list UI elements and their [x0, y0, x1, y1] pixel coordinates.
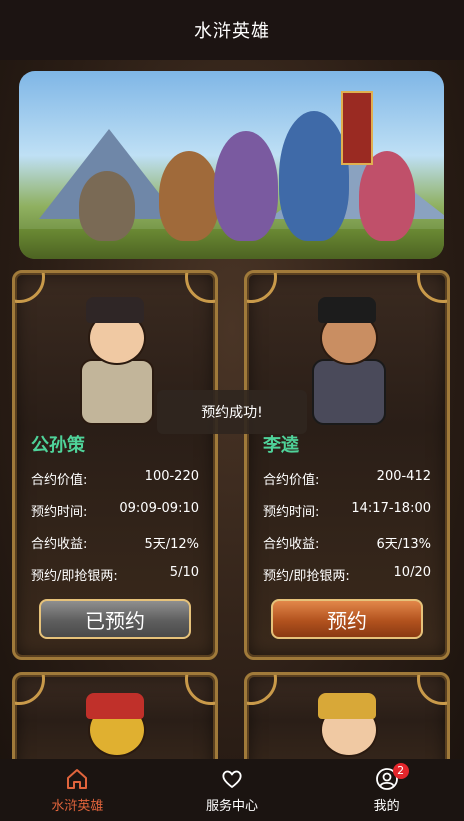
info-row: 合约收益: 5天/12% [31, 533, 199, 552]
info-value: 6天/13% [376, 537, 431, 552]
info-row: 合约收益: 6天/13% [263, 533, 431, 552]
info-value: 10/20 [393, 565, 431, 580]
info-label: 预约/即抢银两: [263, 569, 350, 584]
hero-portrait [60, 293, 170, 428]
tab-label: 我的 [373, 798, 400, 814]
tab-label: 水浒英雄 [51, 798, 104, 814]
info-label: 合约收益: [31, 537, 88, 552]
info-value: 09:09-09:10 [119, 501, 199, 516]
hero-card: 公孙策 合约价值: 100-220 预约时间: 09:09-09:10 合约收益… [12, 270, 218, 660]
info-row: 合约价值: 100-220 [31, 469, 199, 488]
info-row: 预约时间: 14:17-18:00 [263, 501, 431, 520]
info-value: 100-220 [144, 469, 199, 484]
tab-heroes[interactable]: 水浒英雄 [17, 767, 137, 814]
info-label: 合约收益: [263, 537, 320, 552]
heart-icon [222, 770, 242, 788]
reserved-button[interactable]: 已预约 [39, 599, 191, 639]
info-row: 预约/即抢银两: 5/10 [31, 565, 199, 584]
info-row: 合约价值: 200-412 [263, 469, 431, 488]
info-row: 预约时间: 09:09-09:10 [31, 501, 199, 520]
info-label: 合约价值: [263, 473, 320, 488]
info-label: 预约时间: [31, 505, 88, 520]
info-value: 5/10 [169, 565, 199, 580]
reserve-button[interactable]: 预约 [271, 599, 423, 639]
notification-badge: 2 [392, 762, 409, 779]
tab-service[interactable]: 服务中心 [172, 767, 292, 814]
tab-profile[interactable]: 2 我的 [327, 762, 447, 814]
info-row: 预约/即抢银两: 10/20 [263, 565, 431, 584]
hero-figure [159, 151, 219, 241]
hero-figure [279, 111, 349, 241]
info-value: 5天/12% [144, 537, 199, 552]
hero-figure [214, 131, 278, 241]
banner-flag [341, 91, 373, 165]
info-value: 200-412 [376, 469, 431, 484]
hero-card: 李逵 合约价值: 200-412 预约时间: 14:17-18:00 合约收益:… [244, 270, 450, 660]
hero-name: 李逵 [263, 435, 299, 456]
toast-message: 预约成功! [157, 390, 307, 434]
home-icon [67, 768, 88, 789]
info-label: 预约时间: [263, 505, 320, 520]
info-value: 14:17-18:00 [351, 501, 431, 516]
page-title: 水浒英雄 [194, 21, 270, 42]
hero-banner[interactable] [19, 71, 444, 259]
app-header: 水浒英雄 [0, 0, 464, 60]
tab-label: 服务中心 [205, 798, 258, 814]
hero-figure [79, 171, 135, 241]
hero-portrait [292, 293, 402, 428]
hero-name: 公孙策 [31, 435, 85, 456]
info-label: 预约/即抢银两: [31, 569, 118, 584]
bottom-tabbar: 水浒英雄 服务中心 2 我的 [0, 759, 464, 821]
info-label: 合约价值: [31, 473, 88, 488]
